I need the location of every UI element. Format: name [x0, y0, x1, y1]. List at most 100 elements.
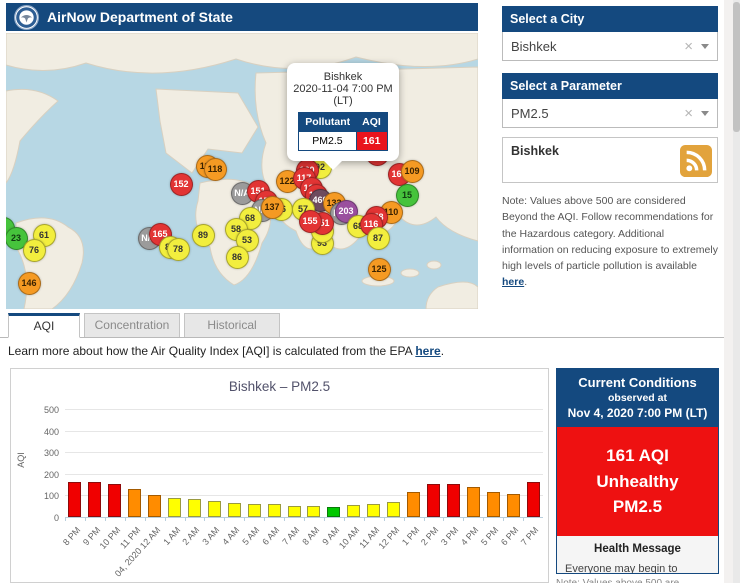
chart-bar[interactable] — [228, 503, 241, 517]
map-marker[interactable]: 137 — [261, 196, 284, 219]
chart-bar[interactable] — [168, 498, 181, 517]
health-message-block: Health Message Everyone may begin to exp… — [557, 536, 718, 575]
parameter-chevron-down-icon[interactable] — [701, 111, 709, 116]
popup-datetime: 2020-11-04 7:00 PM — [293, 83, 393, 95]
chart-bar[interactable] — [387, 502, 400, 517]
chart-y-tick-label: 100 — [44, 491, 59, 501]
city-select-value: Bishkek — [511, 39, 684, 54]
chart-x-tick — [404, 517, 405, 521]
chart-bar[interactable] — [507, 494, 520, 517]
chart-bar[interactable] — [108, 484, 121, 517]
sidebar-note-link[interactable]: here — [502, 276, 524, 288]
chart-x-tick — [503, 517, 504, 521]
chart-x-tick — [125, 517, 126, 521]
chart-x-tick — [165, 517, 166, 521]
app-title: AirNow Department of State — [47, 9, 233, 25]
chart-x-tick — [65, 517, 66, 521]
parameter-clear-icon[interactable]: × — [684, 105, 693, 122]
chart-bar[interactable] — [307, 506, 320, 517]
chart-x-tick — [344, 517, 345, 521]
conditions-aqi-block: 161 AQI Unhealthy PM2.5 — [557, 427, 718, 536]
chart-y-tick-label: 400 — [44, 427, 59, 437]
chart-bar[interactable] — [427, 484, 440, 517]
chart-bar[interactable] — [128, 489, 141, 517]
chart-title: Bishkek – PM2.5 — [11, 379, 548, 394]
chart-x-tick — [204, 517, 205, 521]
chart-x-tick — [145, 517, 146, 521]
chart-gridline — [65, 474, 543, 475]
chart-x-tick — [244, 517, 245, 521]
chart-gridline — [65, 452, 543, 453]
chart-bar[interactable] — [248, 504, 261, 517]
popup-col-pollutant: Pollutant — [299, 113, 356, 132]
chart-bar[interactable] — [527, 482, 540, 517]
city-clear-icon[interactable]: × — [684, 38, 693, 55]
chart-y-axis-label: AQI — [16, 452, 26, 468]
chart-bar[interactable] — [487, 492, 500, 517]
map-marker[interactable]: 146 — [18, 272, 41, 295]
chart-bar[interactable] — [288, 506, 301, 517]
chart-bar[interactable] — [148, 495, 161, 517]
chart-bar[interactable] — [367, 504, 380, 517]
rss-feed-box: Bishkek — [502, 137, 718, 183]
chart-y-tick-label: 500 — [44, 405, 59, 415]
chart-bar[interactable] — [327, 507, 340, 517]
learn-more-end: . — [441, 344, 444, 358]
map-marker[interactable]: 89 — [192, 224, 215, 247]
chart-x-tick — [424, 517, 425, 521]
sidebar-note: Note: Values above 500 are considered Be… — [502, 193, 718, 291]
parameter-select-value: PM2.5 — [511, 106, 684, 121]
parameter-select[interactable]: PM2.5 × — [502, 99, 718, 128]
rss-icon[interactable] — [680, 145, 712, 177]
popup-timezone: (LT) — [293, 95, 393, 107]
chart-bar[interactable] — [447, 484, 460, 517]
learn-more-link[interactable]: here — [415, 344, 440, 358]
conditions-note-clipped: Note: Values above 500 are considered Be… — [556, 578, 719, 583]
map-marker[interactable]: 155 — [299, 210, 322, 233]
chart-x-tick — [463, 517, 464, 521]
map-marker[interactable]: 152 — [170, 173, 193, 196]
map-marker[interactable]: 87 — [367, 227, 390, 250]
scrollbar-thumb[interactable] — [733, 2, 740, 132]
map-marker[interactable]: 78 — [167, 238, 190, 261]
chart-bar[interactable] — [68, 482, 81, 517]
chart-bar[interactable] — [208, 501, 221, 517]
chart-y-tick-label: 0 — [54, 513, 59, 523]
learn-more-line: Learn more about how the Air Quality Ind… — [8, 344, 444, 358]
conditions-aqi-value: 161 AQI — [561, 443, 714, 469]
chart-bar[interactable] — [407, 492, 420, 517]
map-marker[interactable]: 15 — [396, 184, 419, 207]
sidebar: Select a City Bishkek × Select a Paramet… — [502, 6, 718, 291]
city-chevron-down-icon[interactable] — [701, 44, 709, 49]
map-marker[interactable]: 76 — [23, 239, 46, 262]
map-marker[interactable]: 109 — [401, 160, 424, 183]
chart-bar[interactable] — [467, 487, 480, 517]
chart-x-tick — [483, 517, 484, 521]
tab-aqi[interactable]: AQI — [8, 313, 80, 338]
map-marker[interactable]: 125 — [368, 258, 391, 281]
learn-more-text: Learn more about how the Air Quality Ind… — [8, 344, 415, 358]
chart-bar[interactable] — [268, 504, 281, 517]
tab-historical[interactable]: Historical — [184, 313, 280, 337]
chart-x-tick — [85, 517, 86, 521]
chart-x-tick — [364, 517, 365, 521]
popup-table: Pollutant AQI PM2.5 161 — [298, 112, 388, 151]
chart-bar[interactable] — [88, 482, 101, 517]
chart-x-tick — [185, 517, 186, 521]
conditions-datetime: Nov 4, 2020 7:00 PM (LT) — [561, 406, 714, 420]
chart-bar[interactable] — [188, 499, 201, 517]
city-select[interactable]: Bishkek × — [502, 32, 718, 61]
dos-seal-logo — [14, 5, 39, 30]
map-marker[interactable]: 118 — [204, 158, 227, 181]
world-map[interactable]: 236176146116118152N/A165837889N/A151152N… — [6, 33, 478, 309]
chart-bar[interactable] — [347, 505, 360, 517]
chart-y-tick-label: 200 — [44, 470, 59, 480]
tab-concentration[interactable]: Concentration — [84, 313, 180, 337]
sidebar-note-end: . — [524, 276, 527, 288]
chart-x-tick — [384, 517, 385, 521]
conditions-title: Current Conditions — [561, 375, 714, 390]
health-message-title: Health Message — [565, 543, 710, 555]
chart-x-tick — [523, 517, 524, 521]
map-marker[interactable]: 86 — [226, 246, 249, 269]
conditions-category: Unhealthy — [561, 469, 714, 495]
